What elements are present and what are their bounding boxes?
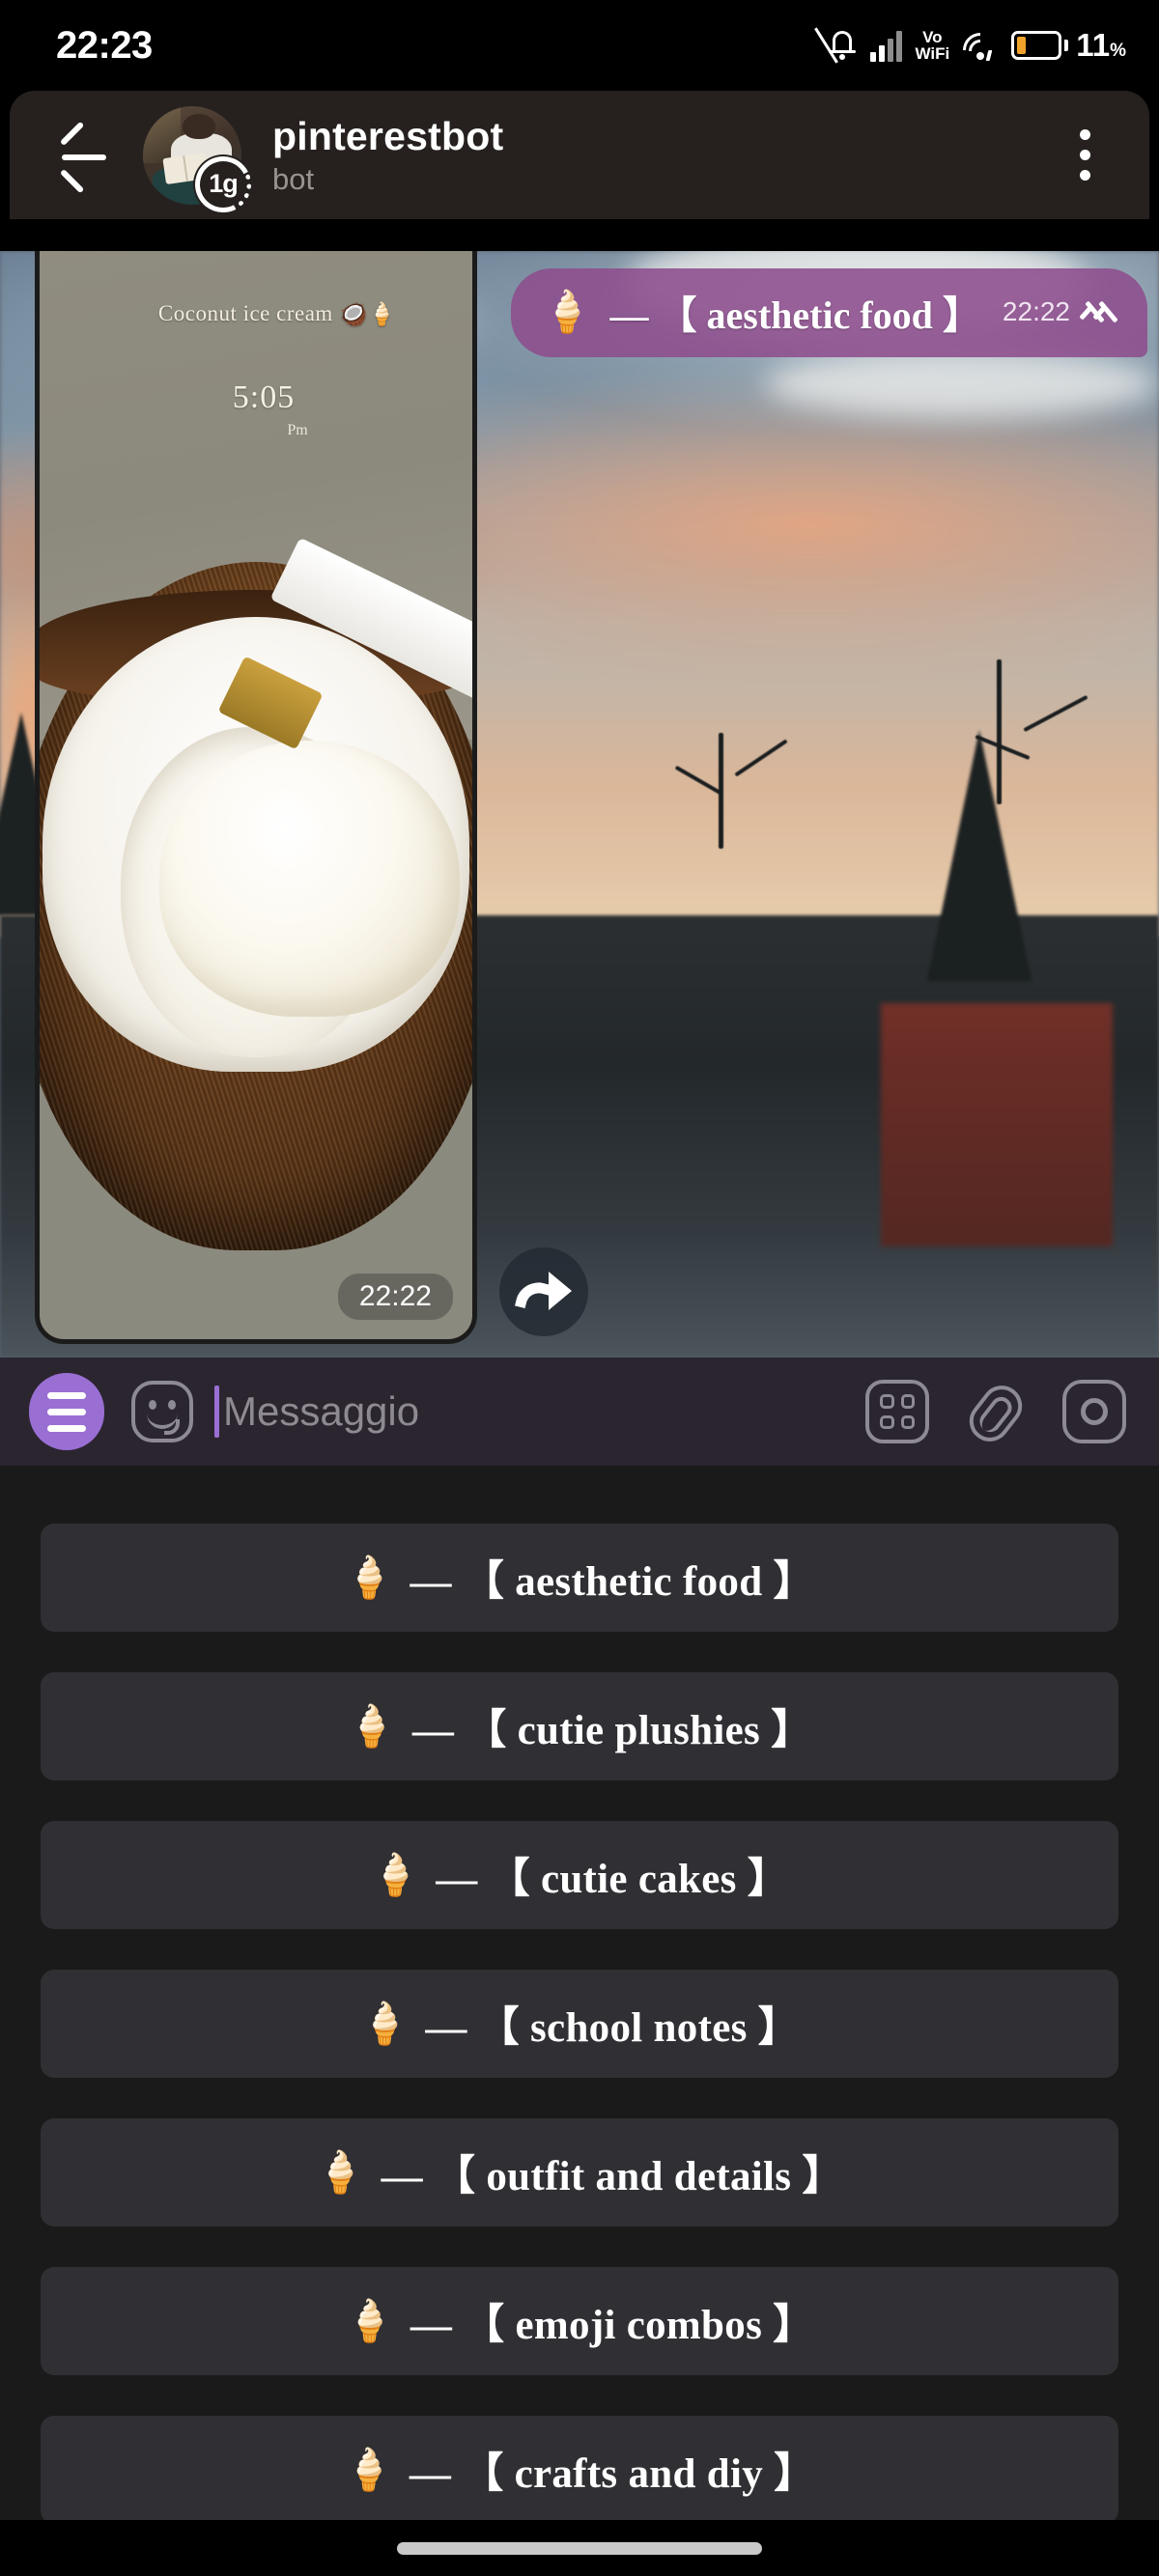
bot-keyboard-button-label: — 【 outfit and details 】 xyxy=(381,2154,844,2199)
story-badge[interactable]: 1g xyxy=(187,148,259,219)
bot-keyboard-button-cutie-plushies[interactable]: 🍦 — 【 cutie plushies 】 xyxy=(41,1672,1118,1780)
outgoing-message-bubble[interactable]: 🍦 — 【 aesthetic food 】 22:22 xyxy=(511,268,1147,357)
message-input-bar: Messaggio xyxy=(0,1358,1159,1466)
ice-cream-icon: 🍦 xyxy=(315,2149,366,2195)
photo-timestamp: 22:22 xyxy=(337,1274,453,1320)
ice-cream-icon: 🍦 xyxy=(542,289,593,334)
chat-header: 1g pinterestbot bot xyxy=(10,91,1149,219)
message-meta: 22:22 xyxy=(1003,296,1120,327)
ice-cream-icon: 🍦 xyxy=(344,2298,395,2343)
message-input-placeholder: Messaggio xyxy=(223,1388,420,1434)
status-icons: Vo WiFi 11% xyxy=(814,25,1126,75)
ice-cream-icon: 🍦 xyxy=(369,1852,421,1897)
photo-overlay-caption: Coconut ice cream 🥥🍦 xyxy=(40,301,472,327)
bot-keyboard-button-cutie-cakes[interactable]: 🍦 — 【 cutie cakes 】 xyxy=(41,1821,1118,1929)
chat-message-area: 🍦 — 【 aesthetic food 】 22:22 Coconut ice… xyxy=(0,251,1159,1358)
system-navigation-bar xyxy=(0,2520,1159,2576)
outgoing-message-text: — 【 aesthetic food 】 xyxy=(609,294,981,337)
bot-keyboard-button-label: — 【 cutie cakes 】 xyxy=(436,1857,790,1902)
ice-cream-icon: 🍦 xyxy=(344,1554,395,1600)
bot-commands-grid-icon[interactable] xyxy=(865,1380,929,1443)
status-time: 22:23 xyxy=(56,23,153,67)
story-badge-label: 1g xyxy=(209,169,238,198)
photo-overlay-time: 5:05 xyxy=(232,379,296,416)
hamburger-menu-icon[interactable] xyxy=(29,1373,104,1450)
photo-message[interactable]: Coconut ice cream 🥥🍦 5:05 Pm 22:22 xyxy=(35,251,477,1344)
battery-icon xyxy=(1011,31,1069,60)
signal-bars-icon xyxy=(870,29,903,62)
percent-symbol: % xyxy=(1110,41,1126,61)
search-input[interactable]: Messaggio xyxy=(214,1386,865,1438)
vowifi-label-top: Vo xyxy=(922,28,943,46)
avatar[interactable]: 1g xyxy=(143,105,259,219)
mute-bell-icon xyxy=(814,27,858,64)
paperclip-icon[interactable] xyxy=(961,1377,1031,1450)
home-indicator[interactable] xyxy=(397,2541,762,2555)
sticker-smiley-icon[interactable] xyxy=(124,1373,201,1450)
text-cursor xyxy=(214,1386,219,1438)
input-action-icons xyxy=(865,1377,1126,1450)
back-arrow-icon[interactable] xyxy=(48,121,118,193)
ice-cream-icon: 🍦 xyxy=(346,1703,397,1749)
status-bar: 22:23 Vo WiFi 11% xyxy=(0,0,1159,91)
bot-keyboard-button-aesthetic-food[interactable]: 🍦 — 【 aesthetic food 】 xyxy=(41,1524,1118,1632)
battery-percent: 11% xyxy=(1076,27,1126,64)
vowifi-icon: Vo WiFi xyxy=(915,29,949,62)
bot-keyboard-button-crafts-and-diy[interactable]: 🍦 — 【 crafts and diy 】 xyxy=(41,2416,1118,2524)
bot-keyboard-button-label: — 【 school notes 】 xyxy=(425,2005,800,2051)
bot-keyboard-button-label: — 【 cutie plushies 】 xyxy=(411,1708,813,1753)
wifi-icon xyxy=(955,25,1005,75)
bot-keyboard-button-label: — 【 emoji combos 】 xyxy=(410,2303,815,2348)
photo-overlay-ampm: Pm xyxy=(287,422,308,439)
header-subtitle: bot xyxy=(272,161,315,196)
bot-keyboard-button-label: — 【 crafts and diy 】 xyxy=(409,2451,816,2497)
page-title: pinterestbot xyxy=(272,113,504,158)
coconut-photo-content xyxy=(40,538,472,1250)
ice-cream-icon: 🍦 xyxy=(343,2447,394,2492)
bot-keyboard-button-school-notes[interactable]: 🍦 — 【 school notes 】 xyxy=(41,1970,1118,2078)
bot-keyboard-button-emoji-combos[interactable]: 🍦 — 【 emoji combos 】 xyxy=(41,2267,1118,2375)
photo-caption-text: Coconut ice cream xyxy=(157,301,333,326)
vowifi-label-bottom: WiFi xyxy=(915,44,950,63)
header-texts: pinterestbot bot xyxy=(272,113,1051,198)
bot-keyboard-button-label: — 【 aesthetic food 】 xyxy=(410,1559,815,1605)
coconut-ice-cream-icon: 🥥🍦 xyxy=(339,301,397,326)
bot-keyboard-panel: 🍦 — 【 aesthetic food 】 🍦 — 【 cutie plush… xyxy=(0,1466,1159,2524)
battery-value: 11 xyxy=(1076,27,1111,63)
more-vertical-icon[interactable] xyxy=(1051,117,1118,194)
ice-cream-icon: 🍦 xyxy=(359,2001,410,2046)
camera-icon[interactable] xyxy=(1062,1380,1126,1443)
read-receipt-double-check-icon xyxy=(1078,299,1120,324)
message-timestamp: 22:22 xyxy=(1002,296,1070,326)
bot-keyboard-button-outfit-and-details[interactable]: 🍦 — 【 outfit and details 】 xyxy=(41,2118,1118,2226)
forward-arrow-icon[interactable] xyxy=(499,1247,588,1336)
